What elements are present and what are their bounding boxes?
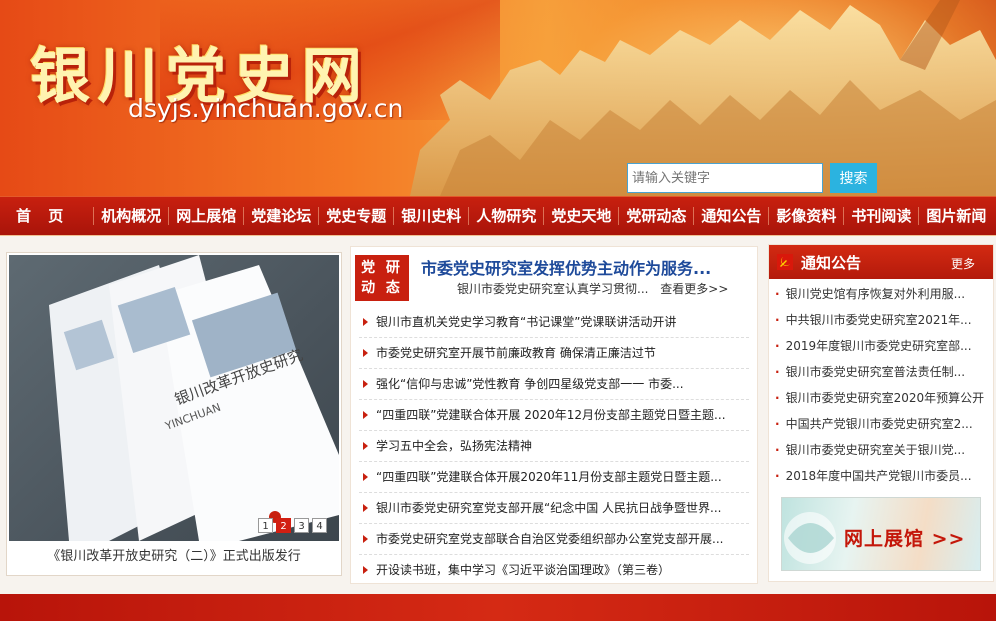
party-emblem-icon (777, 254, 793, 270)
news-list: 银川市直机关党史学习教育“书记课堂”党课联讲活动开讲 市委党史研究室开展节前廉政… (359, 307, 749, 585)
bullet-arrow-icon (363, 411, 368, 419)
slider-pagination: 1 2 3 4 (258, 518, 327, 533)
notice-item[interactable]: 银川市委党史研究室普法责任制... (775, 359, 987, 385)
search-button[interactable]: 搜索 (830, 163, 877, 193)
view-more-link[interactable]: 查看更多>> (660, 282, 728, 296)
notice-panel: 通知公告 更多 银川党史馆有序恢复对外利用服... 中共银川市委党史研究室202… (768, 244, 994, 582)
notice-more-link[interactable]: 更多 (951, 255, 975, 272)
news-item[interactable]: “四重四联”党建联合体开展 2020年12月份支部主题党日暨主题... (359, 400, 749, 431)
notice-item[interactable]: 中国共产党银川市委党史研究室2... (775, 411, 987, 437)
nav-media[interactable]: 影像资料 (769, 207, 845, 225)
news-item-title: “四重四联”党建联合体开展2020年11月份支部主题党日暨主题... (376, 470, 722, 484)
news-badge: 党 研 动 态 (355, 255, 409, 301)
news-item-title: 银川市直机关党史学习教育“书记课堂”党课联讲活动开讲 (376, 315, 677, 329)
nav-history-world[interactable]: 党史天地 (544, 207, 620, 225)
news-item[interactable]: “四重四联”党建联合体开展2020年11月份支部主题党日暨主题... (359, 462, 749, 493)
book-stack-image: 银川改革开放史研究 YINCHUAN (49, 255, 339, 541)
slider-page-1[interactable]: 1 (258, 518, 273, 533)
nav-home[interactable]: 首 页 (0, 207, 95, 225)
research-news-panel: 党 研 动 态 市委党史研究室发挥优势主动作为服务... 银川市委党史研究室认真… (350, 246, 758, 584)
news-item[interactable]: 开设读书班，集中学习《习近平谈治国理政》（第三卷） (359, 555, 749, 585)
main-nav: 首 页 机构概况 网上展馆 党建论坛 党史专题 银川史料 人物研究 党史天地 党… (0, 196, 996, 237)
nav-party-forum[interactable]: 党建论坛 (244, 207, 320, 225)
nav-about[interactable]: 机构概况 (94, 207, 170, 225)
nav-research-news[interactable]: 党研动态 (619, 207, 695, 225)
news-item[interactable]: 市委党史研究室党支部联合自治区党委组织部办公室党支部开展... (359, 524, 749, 555)
news-badge-line2: 动 态 (361, 280, 403, 296)
bullet-arrow-icon (363, 442, 368, 450)
nav-photo-news[interactable]: 图片新闻 (919, 207, 993, 225)
news-item-title: 市委党史研究室党支部联合自治区党委组织部办公室党支部开展... (376, 532, 724, 546)
notice-item[interactable]: 中共银川市委党史研究室2021年... (775, 307, 987, 333)
exhibit-decor-icon (784, 512, 836, 564)
slider-page-2[interactable]: 2 (276, 518, 291, 533)
slider-image[interactable]: 银川改革开放史研究 YINCHUAN 1 2 3 4 (9, 255, 339, 541)
notice-item[interactable]: 银川党史馆有序恢复对外利用服... (775, 281, 987, 307)
site-header: 银川党史网 dsyjs.yinchuan.gov.cn 搜索 (0, 0, 996, 196)
featured-slider: 银川改革开放史研究 YINCHUAN 1 2 3 4 《银川改革开放史研究（二）… (6, 252, 342, 576)
news-item-title: 开设读书班，集中学习《习近平谈治国理政》（第三卷） (376, 563, 671, 577)
notice-item[interactable]: 银川市委党史研究室2020年预算公开 (775, 385, 987, 411)
bullet-arrow-icon (363, 380, 368, 388)
news-item-title: 学习五中全会，弘扬宪法精神 (376, 439, 533, 453)
nav-reading[interactable]: 书刊阅读 (844, 207, 920, 225)
nav-figures[interactable]: 人物研究 (469, 207, 545, 225)
news-item[interactable]: 银川市委党史研究室党支部开展“纪念中国 人民抗日战争暨世界... (359, 493, 749, 524)
nav-notices[interactable]: 通知公告 (694, 207, 770, 225)
news-item-title: 银川市委党史研究室党支部开展“纪念中国 人民抗日战争暨世界... (376, 501, 722, 515)
bullet-arrow-icon (363, 566, 368, 574)
news-item-title: “四重四联”党建联合体开展 2020年12月份支部主题党日暨主题... (376, 408, 726, 422)
footer-band (0, 594, 996, 621)
nav-history-topics[interactable]: 党史专题 (319, 207, 395, 225)
news-headline[interactable]: 市委党史研究室发挥优势主动作为服务... (421, 255, 711, 279)
news-item[interactable]: 银川市直机关党史学习教育“书记课堂”党课联讲活动开讲 (359, 307, 749, 338)
headline-summary-text: 银川市委党史研究室认真学习贯彻... (457, 282, 649, 296)
online-exhibit-banner[interactable]: 网上展馆 >> (781, 497, 981, 571)
nav-yinchuan-archives[interactable]: 银川史料 (394, 207, 470, 225)
bullet-arrow-icon (363, 349, 368, 357)
news-item[interactable]: 强化“信仰与忠诚”党性教育 争创四星级党支部一一 市委... (359, 369, 749, 400)
notice-header: 通知公告 更多 (769, 245, 993, 279)
search-input[interactable] (627, 163, 823, 193)
site-domain: dsyjs.yinchuan.gov.cn (128, 94, 404, 123)
bullet-arrow-icon (363, 535, 368, 543)
notice-item[interactable]: 2019年度银川市委党史研究室部... (775, 333, 987, 359)
notice-item[interactable]: 银川市委党史研究室关于银川党... (775, 437, 987, 463)
news-item[interactable]: 学习五中全会，弘扬宪法精神 (359, 431, 749, 462)
news-item-title: 强化“信仰与忠诚”党性教育 争创四星级党支部一一 市委... (376, 377, 684, 391)
bullet-arrow-icon (363, 473, 368, 481)
slider-caption[interactable]: 《银川改革开放史研究（二）》正式出版发行 (7, 545, 341, 564)
news-item-title: 市委党史研究室开展节前廉政教育 确保清正廉洁过节 (376, 346, 656, 360)
nav-online-exhibit[interactable]: 网上展馆 (169, 207, 245, 225)
exhibit-label: 网上展馆 >> (844, 528, 966, 550)
slider-page-3[interactable]: 3 (294, 518, 309, 533)
bullet-arrow-icon (363, 318, 368, 326)
notice-item[interactable]: 2018年度中国共产党银川市委员... (775, 463, 987, 489)
bullet-arrow-icon (363, 504, 368, 512)
notice-title: 通知公告 (801, 253, 862, 272)
notice-list: 银川党史馆有序恢复对外利用服... 中共银川市委党史研究室2021年... 20… (769, 279, 993, 489)
news-headline-summary: 银川市委党史研究室认真学习贯彻... 查看更多>> (457, 280, 728, 297)
news-item[interactable]: 市委党史研究室开展节前廉政教育 确保清正廉洁过节 (359, 338, 749, 369)
slider-page-4[interactable]: 4 (312, 518, 327, 533)
news-badge-line1: 党 研 (361, 260, 403, 276)
